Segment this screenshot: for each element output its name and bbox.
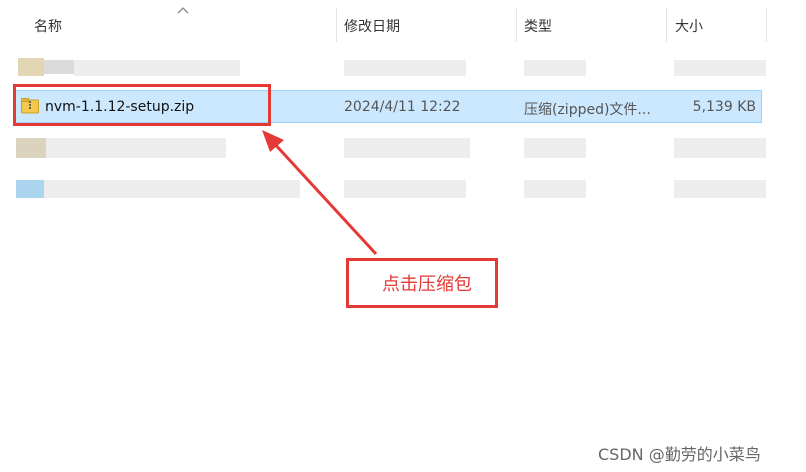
blurred-text (46, 138, 226, 158)
blurred-text (524, 60, 586, 76)
blurred-text (44, 180, 300, 198)
column-header: 名称 修改日期 类型 大小 (0, 0, 806, 50)
callout-text: 点击压缩包 (382, 274, 472, 295)
blurred-text (44, 60, 74, 74)
file-modified-date: 2024/4/11 12:22 (344, 99, 461, 115)
blurred-text (344, 180, 466, 198)
folder-icon (18, 58, 44, 76)
column-type[interactable]: 类型 (524, 16, 552, 36)
blurred-text (344, 138, 470, 158)
blurred-text (524, 138, 586, 158)
column-size[interactable]: 大小 (675, 16, 703, 36)
blurred-text (524, 180, 586, 198)
blurred-text (674, 180, 766, 198)
column-name[interactable]: 名称 (34, 16, 62, 36)
watermark: CSDN @勤劳的小菜鸟 (598, 445, 761, 464)
sort-ascending-icon[interactable] (176, 5, 190, 15)
blurred-text (674, 138, 766, 158)
column-divider[interactable] (766, 8, 767, 42)
blurred-text (74, 60, 240, 76)
column-modified[interactable]: 修改日期 (344, 16, 400, 36)
blurred-text (674, 60, 766, 76)
blurred-icon (16, 138, 46, 158)
column-divider[interactable] (516, 8, 517, 42)
column-divider[interactable] (666, 8, 667, 42)
blurred-text (344, 60, 466, 76)
file-size: 5,139 KB (692, 99, 756, 115)
blurred-icon (16, 180, 44, 198)
highlight-box (13, 84, 271, 126)
file-type: 压缩(zipped)文件... (524, 102, 651, 118)
column-divider[interactable] (336, 8, 337, 42)
